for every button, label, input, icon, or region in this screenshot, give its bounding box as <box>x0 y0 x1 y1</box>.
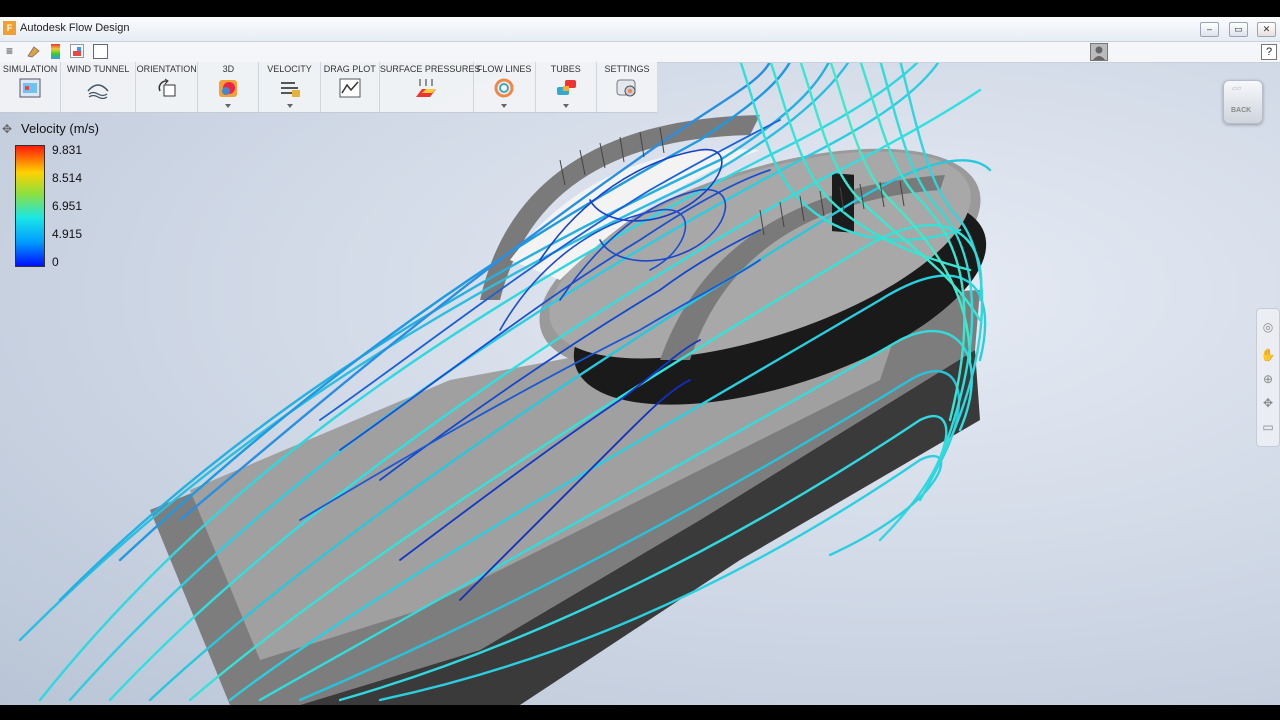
close-button[interactable]: ✕ <box>1257 22 1276 37</box>
look-icon[interactable]: ▭ <box>1260 419 1276 435</box>
letterbox-top <box>0 0 1280 17</box>
navigation-bar: ◎ ✋ ⊕ ✥ ▭ <box>1256 308 1280 447</box>
surface-pressures-icon <box>414 77 438 99</box>
pressure-toggle-icon[interactable] <box>70 44 84 58</box>
tab-label: SETTINGS <box>604 64 650 74</box>
3d-viewport[interactable] <box>0 17 1280 705</box>
dropdown-caret-icon[interactable] <box>286 104 293 108</box>
help-button[interactable]: ? <box>1261 44 1277 60</box>
tab-label: FLOW LINES <box>476 64 532 74</box>
tab-orientation[interactable]: ORIENTATION <box>136 62 199 112</box>
user-avatar-icon[interactable] <box>1090 43 1108 61</box>
tab-simulation[interactable]: SIMULATION <box>0 62 62 112</box>
legend-value-max: 9.831 <box>52 143 83 157</box>
3d-icon <box>216 77 240 99</box>
tab-label: TUBES <box>550 64 581 74</box>
tab-drag-plot[interactable]: DRAG PLOT <box>321 62 380 112</box>
tab-label: 3D <box>222 64 235 74</box>
pan-hand-icon[interactable]: ✋ <box>1260 347 1276 363</box>
wind-tunnel-quick-icon[interactable] <box>26 44 41 59</box>
tab-wind-tunnel[interactable]: WIND TUNNEL <box>61 62 137 112</box>
app-logo-icon: F <box>3 21 16 35</box>
view-cube-label[interactable]: BACK <box>1231 107 1251 114</box>
colorbar-toggle-icon[interactable] <box>51 44 60 59</box>
tab-3d[interactable]: 3D <box>198 62 260 112</box>
tab-label: ORIENTATION <box>136 64 197 74</box>
tab-surface-pressures[interactable]: SURFACE PRESSURES <box>379 62 481 112</box>
window-title: Autodesk Flow Design <box>20 22 130 34</box>
tab-settings[interactable]: SETTINGS <box>597 62 657 112</box>
tab-velocity[interactable]: VELOCITY <box>259 62 321 112</box>
tab-label: WIND TUNNEL <box>66 64 130 74</box>
restore-button[interactable]: ▭ <box>1229 22 1248 37</box>
move-handle-icon[interactable]: ✥ <box>2 122 12 136</box>
dropdown-caret-icon[interactable] <box>225 104 232 108</box>
flow-lines-icon <box>492 77 516 99</box>
steering-wheel-icon[interactable]: ◎ <box>1260 319 1276 335</box>
legend-value: 8.514 <box>52 171 83 185</box>
legend-value-min: 0 <box>52 255 59 269</box>
view-cube[interactable]: ▱▱ BACK <box>1223 80 1263 124</box>
tubes-icon <box>554 77 578 99</box>
letterbox-bottom <box>0 705 1280 720</box>
zoom-icon[interactable]: ⊕ <box>1260 371 1276 387</box>
minimize-button[interactable]: – <box>1200 22 1219 37</box>
window-titlebar: F Autodesk Flow Design – ▭ ✕ <box>0 17 1280 42</box>
tab-label: SIMULATION <box>2 64 58 74</box>
orbit-icon[interactable]: ✥ <box>1260 395 1276 411</box>
legend-value: 6.951 <box>52 199 83 213</box>
orientation-icon <box>155 77 179 99</box>
dropdown-caret-icon[interactable] <box>501 104 508 108</box>
legend-title: Velocity (m/s) <box>21 121 100 136</box>
drag-plot-icon <box>338 77 362 99</box>
tab-label: SURFACE PRESSURES <box>379 64 481 74</box>
quick-access-bar: ≡ ? <box>0 42 1280 63</box>
tab-label: VELOCITY <box>267 64 312 74</box>
ribbon-toolbar: SIMULATION WIND TUNNEL ORIENTATION 3D VE… <box>0 62 657 113</box>
blank-view-icon[interactable] <box>93 44 108 59</box>
wind-tunnel-icon <box>86 77 110 100</box>
building-model-scene <box>18 58 992 705</box>
dropdown-caret-icon[interactable] <box>562 104 569 108</box>
view-cube-top-face[interactable]: ▱▱ <box>1232 85 1241 92</box>
tab-tubes[interactable]: TUBES <box>536 62 597 112</box>
velocity-color-scale <box>15 145 45 267</box>
simulation-icon <box>18 77 42 99</box>
settings-icon <box>615 77 639 99</box>
tab-label: DRAG PLOT <box>323 64 376 74</box>
tab-flow-lines[interactable]: FLOW LINES <box>474 62 536 112</box>
velocity-icon <box>278 77 302 99</box>
menu-icon[interactable]: ≡ <box>2 44 17 59</box>
legend-value: 4.915 <box>52 227 83 241</box>
